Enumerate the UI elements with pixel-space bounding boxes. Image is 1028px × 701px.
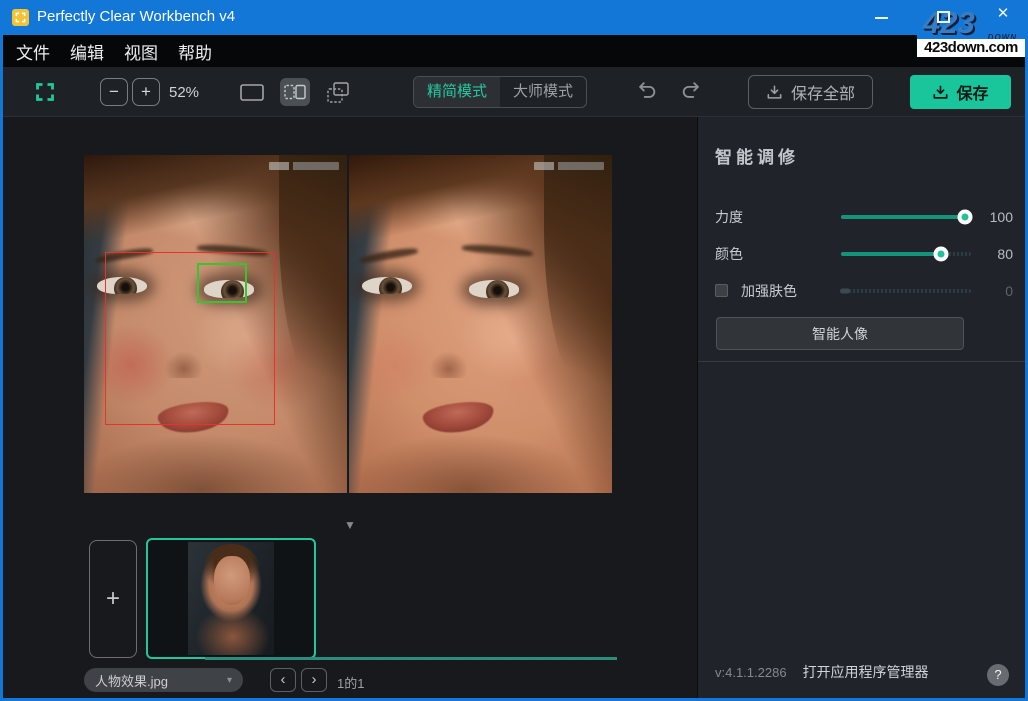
thumbnail-selected[interactable] xyxy=(146,538,316,659)
download-icon xyxy=(766,84,783,101)
eye-art xyxy=(362,277,412,295)
add-image-button[interactable]: + xyxy=(89,540,137,658)
thumbnail-photo xyxy=(188,542,274,655)
adjustment-panel: 智能调修 力度 100 颜色 80 xyxy=(697,117,1025,698)
slider-fill xyxy=(841,252,941,256)
strength-label: 力度 xyxy=(715,207,743,227)
slider-thumb[interactable] xyxy=(957,209,972,224)
split-view-button[interactable] xyxy=(280,78,310,106)
panel-title: 智能调修 xyxy=(715,143,1008,168)
save-label: 保存 xyxy=(956,80,988,104)
panel-divider xyxy=(698,361,1025,362)
minimize-button[interactable] xyxy=(875,17,888,19)
app-window: Perfectly Clear Workbench v4 ✕ 423 DOWN … xyxy=(0,0,1028,701)
tab-simple-mode[interactable]: 精简模式 xyxy=(414,77,500,107)
window-title: Perfectly Clear Workbench v4 xyxy=(37,8,235,25)
filmstrip-scrollbar[interactable] xyxy=(205,657,617,660)
save-all-button[interactable]: 保存全部 xyxy=(748,75,873,109)
image-counter: 1的1 xyxy=(337,673,364,692)
color-value: 80 xyxy=(979,246,1013,262)
slider-thumb xyxy=(840,288,850,293)
content: ▼ + 人物效果.jpg ▾ ‹ › 1的1 智能调修 力度 xyxy=(3,117,1025,698)
photo-watermark xyxy=(269,162,339,170)
before-image[interactable] xyxy=(84,155,347,493)
photo-watermark xyxy=(534,162,604,170)
mode-toggle: 精简模式 大师模式 xyxy=(413,76,587,108)
app-manager-link[interactable]: 打开应用程序管理器 xyxy=(803,662,929,682)
app-icon xyxy=(12,9,29,26)
menu-edit[interactable]: 编辑 xyxy=(70,39,104,64)
tab-master-mode[interactable]: 大师模式 xyxy=(500,77,586,107)
eye-art xyxy=(469,280,519,298)
single-view-button[interactable] xyxy=(237,78,267,106)
color-row: 颜色 80 xyxy=(698,235,1025,272)
zoom-level: 52% xyxy=(169,84,199,101)
menu-help[interactable]: 帮助 xyxy=(178,39,212,64)
redo-icon[interactable] xyxy=(680,80,702,102)
strength-slider[interactable] xyxy=(841,215,971,219)
nose-art xyxy=(417,327,477,378)
filename-dropdown[interactable]: 人物效果.jpg ▾ xyxy=(84,668,243,692)
save-all-label: 保存全部 xyxy=(791,80,855,104)
after-image[interactable] xyxy=(349,155,612,493)
previous-image-button[interactable]: ‹ xyxy=(270,668,296,692)
collapse-filmstrip-icon[interactable]: ▼ xyxy=(344,518,356,532)
skin-tone-slider xyxy=(841,289,971,293)
zoom-out-button[interactable]: − xyxy=(100,78,128,106)
strength-row: 力度 100 xyxy=(698,198,1025,235)
toolbar: − + 52% 精简模式 大师模式 保存全部 保存 xyxy=(3,67,1025,117)
image-canvas: ▼ + 人物效果.jpg ▾ ‹ › 1的1 xyxy=(3,117,697,698)
titlebar: Perfectly Clear Workbench v4 ✕ xyxy=(0,0,1028,35)
compare-view-button[interactable] xyxy=(323,78,353,106)
thumbnail-face-art xyxy=(214,556,250,606)
skin-tone-row: 加强肤色 0 xyxy=(698,272,1025,309)
menu-view[interactable]: 视图 xyxy=(124,39,158,64)
strength-value: 100 xyxy=(979,209,1013,225)
save-button[interactable]: 保存 xyxy=(910,75,1011,109)
slider-rows: 力度 100 颜色 80 加强 xyxy=(698,198,1025,309)
filename-label: 人物效果.jpg xyxy=(95,671,168,690)
slider-thumb[interactable] xyxy=(934,246,949,261)
skin-tone-checkbox[interactable] xyxy=(715,284,728,297)
next-image-button[interactable]: › xyxy=(301,668,327,692)
panel-footer: v:4.1.1.2286 打开应用程序管理器 ? xyxy=(715,662,1013,682)
menubar: 文件 编辑 视图 帮助 xyxy=(3,35,1025,67)
close-button[interactable]: ✕ xyxy=(995,6,1011,22)
skin-tone-value: 0 xyxy=(979,283,1013,299)
zoom-in-button[interactable]: + xyxy=(132,78,160,106)
logo-site-text: 423down.com xyxy=(917,39,1025,57)
help-button[interactable]: ? xyxy=(987,664,1009,686)
smart-portrait-button[interactable]: 智能人像 xyxy=(716,317,964,350)
maximize-button[interactable] xyxy=(937,11,950,23)
eye-detection-rect xyxy=(197,263,247,303)
version-label: v:4.1.1.2286 xyxy=(715,665,787,680)
skin-tone-label: 加强肤色 xyxy=(741,281,797,301)
menu-file[interactable]: 文件 xyxy=(16,39,50,64)
color-slider[interactable] xyxy=(841,252,971,256)
download-icon xyxy=(932,84,949,101)
chevron-down-icon: ▾ xyxy=(227,675,232,686)
crop-focus-icon[interactable] xyxy=(35,82,55,102)
color-label: 颜色 xyxy=(715,244,743,264)
undo-icon[interactable] xyxy=(636,80,658,102)
face-detection-rect xyxy=(105,252,275,425)
slider-fill xyxy=(841,215,965,219)
